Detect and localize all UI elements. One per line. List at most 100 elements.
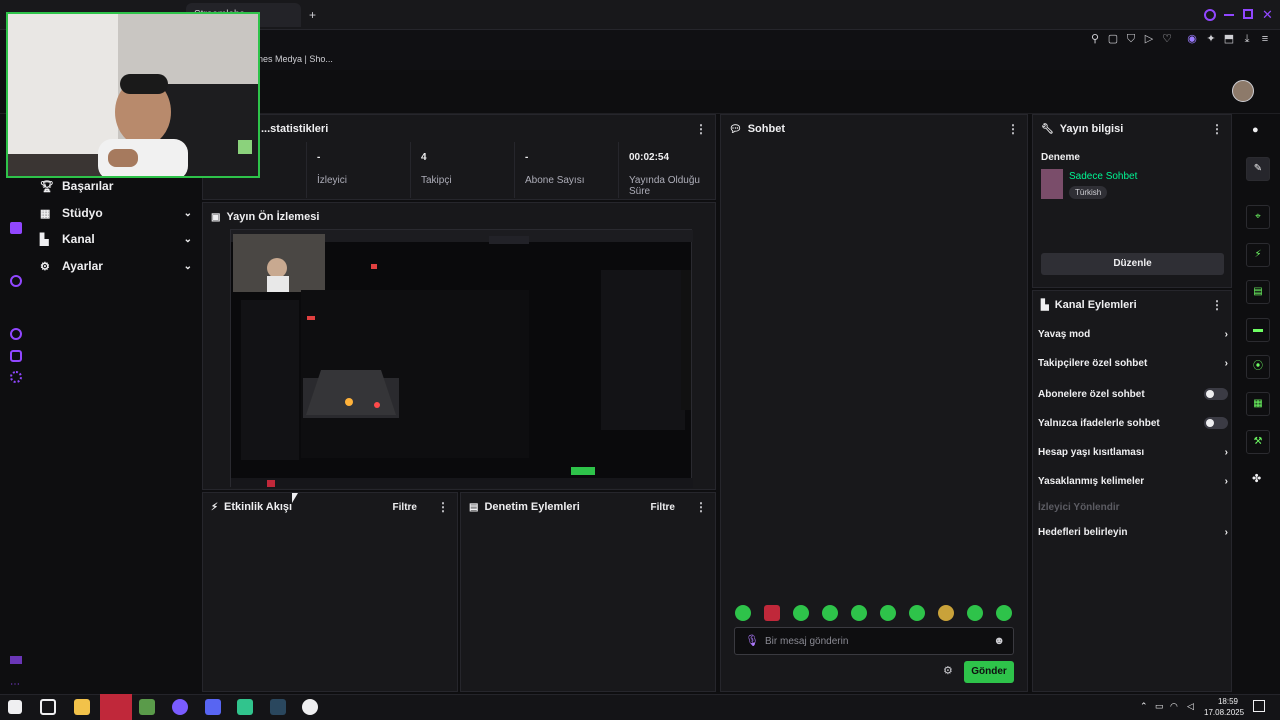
kebab-icon[interactable]: ⋮ xyxy=(1211,298,1223,312)
stat-value: - xyxy=(525,152,529,163)
file-explorer-icon[interactable] xyxy=(74,699,90,715)
emote-only-toggle[interactable] xyxy=(1204,417,1228,429)
messenger-icon[interactable] xyxy=(172,699,188,715)
kebab-icon[interactable]: ⋮ xyxy=(695,122,707,136)
new-tab-button[interactable]: + xyxy=(309,8,316,22)
category-link[interactable]: Sadece Sohbet xyxy=(1069,171,1137,182)
document-icon[interactable]: ▤ xyxy=(1246,280,1270,304)
stat-label: İzleyici xyxy=(317,175,348,186)
app-icon[interactable] xyxy=(139,699,155,715)
menu-icon[interactable]: ≡ xyxy=(1258,32,1272,46)
taskbar-time: 18:59 xyxy=(1217,697,1239,706)
sidebar-item-label: Kanal xyxy=(62,232,95,246)
panel-title: Sohbet xyxy=(747,123,785,135)
heart-icon[interactable]: ♡ xyxy=(1160,32,1174,46)
avatar[interactable] xyxy=(1232,80,1254,102)
download-icon[interactable]: ⤓ xyxy=(1240,32,1254,46)
preview-icon: ▣ xyxy=(211,211,221,223)
emote-icon[interactable] xyxy=(735,605,751,621)
tray-volume-icon[interactable]: ◁ xyxy=(1187,701,1194,712)
emote-icon[interactable] xyxy=(851,605,867,621)
chat-input[interactable]: 🎙︎ Bir mesaj gönderin ☻ xyxy=(734,627,1014,655)
shield-icon[interactable]: ⛉ xyxy=(1124,32,1138,46)
bookmark-item[interactable]: nes Medya | Sho... xyxy=(258,54,333,64)
pin-icon[interactable]: ⚲ xyxy=(1088,32,1102,46)
stream-preview-video[interactable] xyxy=(230,229,693,488)
chevron-down-icon: ⌄ xyxy=(183,233,192,245)
chat-settings-icon[interactable]: ⚙ xyxy=(943,664,953,677)
tray-network-icon[interactable]: ▭ xyxy=(1155,701,1164,712)
subscribers-only-toggle[interactable] xyxy=(1204,388,1228,400)
streamlabs-icon[interactable] xyxy=(237,699,253,715)
emote-icon[interactable] xyxy=(793,605,809,621)
emote-icon[interactable] xyxy=(822,605,838,621)
kebab-icon[interactable]: ⋮ xyxy=(437,500,449,514)
stat-label: Yayında Olduğu Süre xyxy=(629,175,700,197)
kebab-icon[interactable]: ⋮ xyxy=(1007,122,1019,136)
search-icon[interactable] xyxy=(1204,9,1216,21)
emote-icon[interactable] xyxy=(909,605,925,621)
task-view-icon[interactable] xyxy=(40,699,56,715)
edit-icon[interactable]: ✎ xyxy=(1246,157,1270,181)
action-banned-words[interactable]: Yasaklanmış kelimeler › xyxy=(1038,476,1228,487)
minimize-icon[interactable] xyxy=(1224,14,1234,16)
broadcast-icon[interactable]: ⦿ xyxy=(1246,355,1270,379)
emote-icon[interactable] xyxy=(967,605,983,621)
emote-icon[interactable] xyxy=(938,605,954,621)
action-goals[interactable]: Hedefleri belirleyin › xyxy=(1038,527,1228,538)
steam-icon[interactable] xyxy=(270,699,286,715)
sidebar-item-settings[interactable]: ⚙ Ayarlar ⌄ xyxy=(40,254,192,278)
save-icon[interactable]: ⬒ xyxy=(1222,32,1236,46)
emoji-icon[interactable]: ☻ xyxy=(993,635,1005,647)
tray-chevron-icon[interactable]: ⌃ xyxy=(1140,701,1148,712)
extension-icon[interactable]: ✦ xyxy=(1204,32,1218,46)
extensions-icon[interactable]: ✤ xyxy=(1252,472,1261,485)
sidebar-item-channel[interactable]: ▙ Kanal ⌄ xyxy=(40,227,192,251)
focus-icon[interactable]: ⌖ xyxy=(1246,205,1270,229)
layout-icon[interactable]: ▦ xyxy=(1246,392,1270,416)
edit-button[interactable]: Düzenle xyxy=(1041,253,1224,275)
stats-header: ...statistikleri ⋮ xyxy=(203,115,715,143)
target-icon[interactable] xyxy=(10,275,22,287)
microphone-icon[interactable]: 🎙︎ xyxy=(745,634,759,648)
twitch-icon[interactable] xyxy=(10,222,22,234)
tray-wifi-icon[interactable]: ◠ xyxy=(1170,701,1178,712)
info-icon[interactable]: ● xyxy=(1252,124,1259,136)
windows-start-icon[interactable] xyxy=(8,700,22,714)
wrench-icon[interactable]: ⚒ xyxy=(1246,430,1270,454)
maximize-icon[interactable] xyxy=(1243,9,1253,19)
obs-icon[interactable] xyxy=(302,699,318,715)
kebab-icon[interactable]: ⋮ xyxy=(1211,122,1223,136)
crop-icon[interactable]: ▢ xyxy=(1106,32,1120,46)
filter-button[interactable]: Filtre xyxy=(651,502,675,513)
play-icon[interactable]: ▷ xyxy=(1142,32,1156,46)
lightning-icon[interactable]: ⚡︎ xyxy=(1246,243,1270,267)
clock-icon[interactable] xyxy=(10,328,22,340)
action-account-age[interactable]: Hesap yaşı kısıtlaması › xyxy=(1038,447,1228,458)
channel-icon: ▙ xyxy=(40,233,49,246)
emote-icon[interactable] xyxy=(880,605,896,621)
panel-title: Yayın bilgisi xyxy=(1059,123,1124,135)
filter-button[interactable]: Filtre xyxy=(393,502,417,513)
discord-icon[interactable] xyxy=(205,699,221,715)
emote-icon[interactable] xyxy=(764,605,780,621)
action-slow-mode[interactable]: Yavaş mod › xyxy=(1038,329,1228,340)
send-button[interactable]: Gönder xyxy=(964,661,1014,683)
kebab-icon[interactable]: ⋮ xyxy=(695,500,707,514)
emote-icon[interactable] xyxy=(996,605,1012,621)
action-followers-only[interactable]: Takipçilere özel sohbet › xyxy=(1038,358,1228,369)
gear-icon[interactable] xyxy=(10,371,22,383)
more-icon[interactable]: ⋯ xyxy=(10,679,20,690)
notification-icon[interactable] xyxy=(1253,700,1265,712)
close-icon[interactable]: ✕ xyxy=(1262,7,1273,23)
broadcast-icon[interactable]: ◉ xyxy=(1185,32,1199,46)
stat-followers: 4 Takipçi xyxy=(411,142,515,198)
tag-badge[interactable]: Türkish xyxy=(1069,186,1108,199)
app-icon[interactable] xyxy=(100,694,132,720)
trophy-icon: 🏆︎ xyxy=(40,180,54,193)
chat-bubble-icon[interactable]: ▬ xyxy=(1246,318,1270,342)
category-thumbnail xyxy=(1041,169,1063,199)
sidebar-item-studio[interactable]: ▦ Stüdyo ⌄ xyxy=(40,201,192,225)
chat-input-placeholder: Bir mesaj gönderin xyxy=(765,635,849,647)
puzzle-icon[interactable] xyxy=(10,350,22,362)
